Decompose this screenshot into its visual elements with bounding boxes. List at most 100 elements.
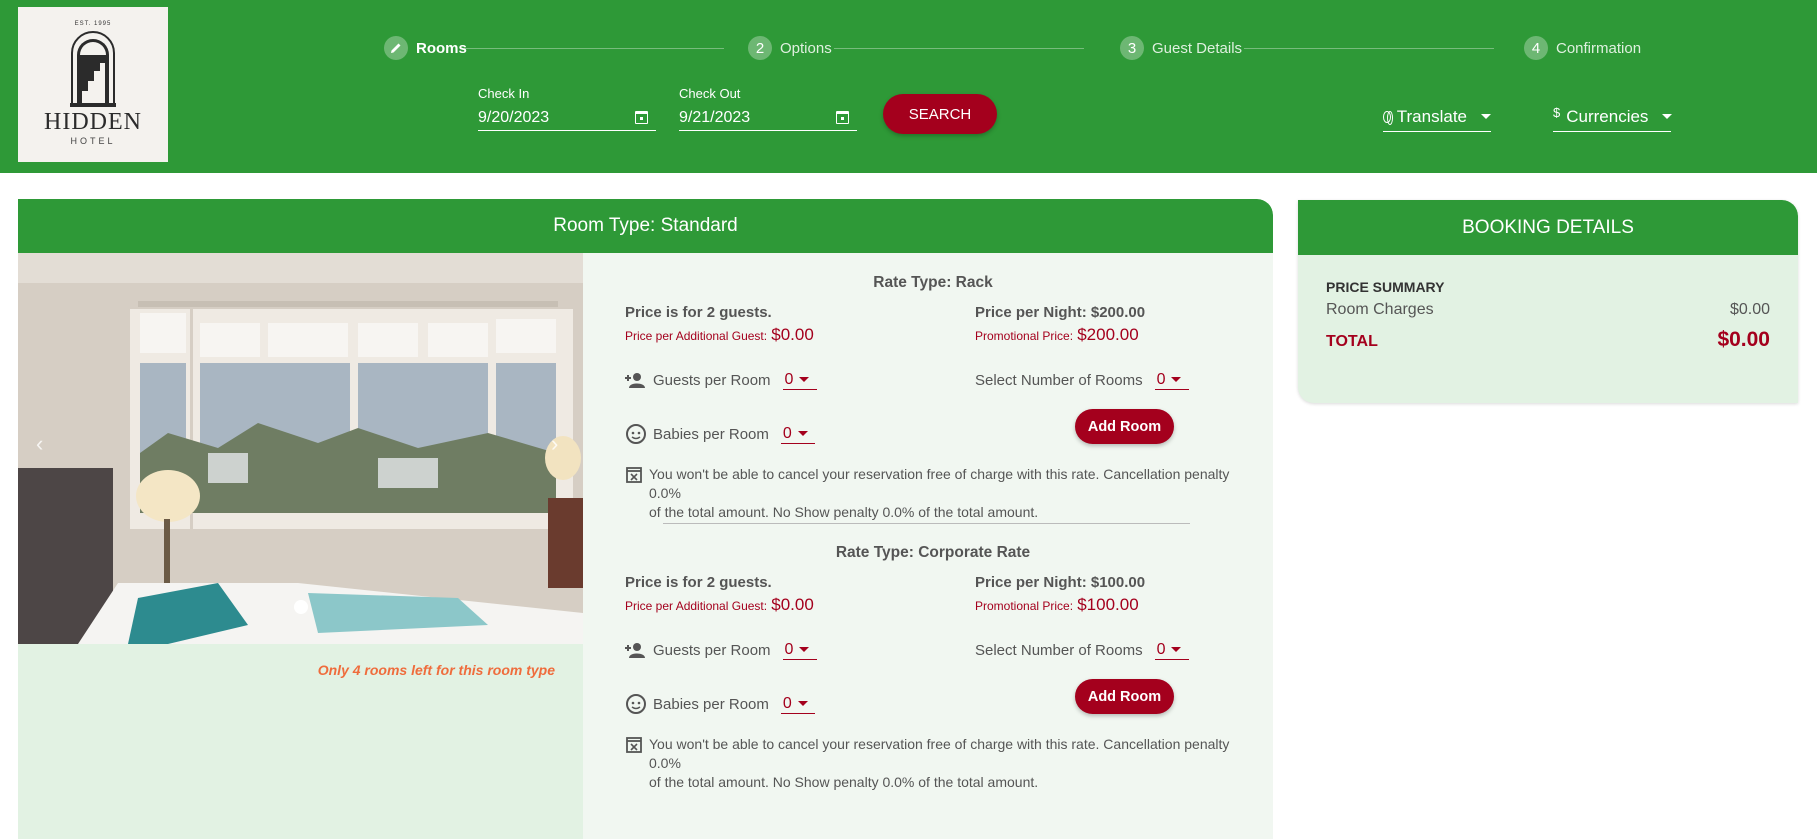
room-charges-label: Room Charges [1326, 301, 1434, 318]
availability-note: Only 4 rooms left for this room type [317, 662, 555, 678]
add-room-button[interactable]: Add Room [1075, 679, 1174, 714]
babies-per-room-label: Babies per Room [653, 695, 769, 713]
carousel-indicator[interactable] [294, 600, 308, 614]
chevron-down-icon [799, 647, 810, 652]
babies-per-room-label: Babies per Room [653, 425, 769, 443]
babies-per-room-select[interactable]: 0 [780, 694, 815, 714]
step-label: Guest Details [1152, 39, 1243, 57]
total-row: TOTAL $0.00 [1326, 328, 1770, 352]
promotional-price: Promotional Price: $200.00 [975, 325, 1139, 344]
add-person-icon [625, 373, 645, 388]
check-in-value: 9/20/2023 [478, 108, 550, 126]
guests-per-room-label: Guests per Room [653, 371, 771, 389]
price-per-night: Price per Night: $200.00 [975, 304, 1146, 321]
rate-corporate: Rate Type: Corporate Rate Price is for 2… [603, 544, 1263, 790]
calendar-icon[interactable] [836, 111, 849, 124]
chevron-down-icon [1481, 114, 1491, 119]
rooms-select[interactable]: 0 [1154, 370, 1189, 390]
check-in-input[interactable]: 9/20/2023 [478, 105, 656, 131]
guests-included: Price is for 2 guests. [625, 304, 772, 321]
check-out-label: Check Out [679, 86, 741, 101]
chevron-down-icon [797, 701, 808, 706]
step-number: 4 [1524, 36, 1548, 60]
translate-dropdown[interactable]: Translate [1383, 102, 1491, 132]
check-out-field[interactable]: Check Out 9/21/2023 [679, 86, 857, 131]
room-photo-carousel[interactable]: ‹ › [18, 253, 583, 644]
currencies-dropdown[interactable]: $ Currencies [1553, 102, 1673, 132]
calendar-cancel-icon [626, 467, 642, 483]
rate-rack: Rate Type: Rack Price is for 2 guests. P… [603, 274, 1263, 520]
carousel-prev-icon[interactable]: ‹ [36, 431, 43, 457]
rate-title: Rate Type: Corporate Rate [835, 544, 1031, 561]
rooms-label: Select Number of Rooms [975, 371, 1143, 389]
check-in-field[interactable]: Check In 9/20/2023 [478, 86, 656, 131]
search-button[interactable]: SEARCH [883, 94, 997, 134]
additional-guest-price: Price per Additional Guest: $0.00 [625, 595, 814, 614]
step-label: Rooms [416, 39, 467, 57]
add-room-button[interactable]: Add Room [1075, 409, 1174, 444]
guests-per-room: Guests per Room 0 [625, 640, 817, 660]
chevron-down-icon [1171, 647, 1182, 652]
currencies-label: Currencies [1566, 106, 1649, 126]
step-connector [834, 48, 1084, 49]
calendar-icon[interactable] [635, 111, 648, 124]
rate-title: Rate Type: Rack [873, 274, 993, 291]
carousel-next-icon[interactable]: › [551, 431, 558, 457]
policy-line: You won't be able to cancel your reserva… [649, 736, 1230, 771]
guests-per-room-select[interactable]: 0 [782, 640, 817, 660]
policy-line: of the total amount. No Show penalty 0.0… [649, 504, 1039, 520]
guests-per-room-select[interactable]: 0 [782, 370, 817, 390]
pencil-icon [384, 36, 408, 60]
number-of-rooms: Select Number of Rooms 0 [975, 370, 1189, 390]
booking-details-panel: BOOKING DETAILS PRICE SUMMARY Room Charg… [1298, 200, 1798, 403]
step-rooms[interactable]: Rooms [384, 36, 467, 60]
price-summary-title: PRICE SUMMARY [1326, 279, 1445, 295]
cancellation-policy: You won't be able to cancel your reserva… [625, 465, 1263, 522]
baby-face-icon [626, 694, 646, 714]
calendar-cancel-icon [626, 737, 642, 753]
check-out-value: 9/21/2023 [679, 108, 751, 126]
babies-per-room: Babies per Room 0 [625, 424, 815, 444]
availability-panel: Only 4 rooms left for this room type [18, 644, 583, 839]
rooms-label: Select Number of Rooms [975, 641, 1143, 659]
header: EST. 1995 HIDDEN HOTEL Rooms 2 Options 3… [0, 0, 1817, 173]
guests-per-room: Guests per Room 0 [625, 370, 817, 390]
rate-divider [663, 523, 1190, 524]
step-connector [464, 48, 724, 49]
dollar-icon: $ [1553, 105, 1561, 120]
number-of-rooms: Select Number of Rooms 0 [975, 640, 1189, 660]
step-options[interactable]: 2 Options [748, 36, 832, 60]
logo-sub: HOTEL [70, 136, 116, 146]
price-per-night: Price per Night: $100.00 [975, 574, 1146, 591]
room-charges-row: Room Charges $0.00 [1326, 301, 1770, 319]
cancellation-policy: You won't be able to cancel your reserva… [625, 735, 1263, 792]
step-confirmation[interactable]: 4 Confirmation [1524, 36, 1641, 60]
add-person-icon [625, 643, 645, 658]
step-guest-details[interactable]: 3 Guest Details [1120, 36, 1242, 60]
room-charges-value: $0.00 [1729, 301, 1770, 318]
chevron-down-icon [799, 377, 810, 382]
logo-name: HIDDEN [44, 109, 142, 135]
hotel-logo[interactable]: EST. 1995 HIDDEN HOTEL [18, 7, 168, 162]
room-type-title: Room Type: Standard [18, 199, 1273, 253]
check-in-label: Check In [478, 86, 530, 101]
chevron-down-icon [1171, 377, 1182, 382]
step-number: 3 [1120, 36, 1144, 60]
policy-line: of the total amount. No Show penalty 0.0… [649, 774, 1039, 790]
guests-included: Price is for 2 guests. [625, 574, 772, 591]
babies-per-room-select[interactable]: 0 [780, 424, 815, 444]
door-arch-icon [70, 31, 116, 107]
promotional-price: Promotional Price: $100.00 [975, 595, 1139, 614]
globe-icon [1383, 110, 1393, 125]
chevron-down-icon [1662, 114, 1673, 119]
step-label: Confirmation [1556, 39, 1642, 57]
additional-guest-price: Price per Additional Guest: $0.00 [625, 325, 814, 344]
total-value: $0.00 [1717, 328, 1770, 351]
check-out-input[interactable]: 9/21/2023 [679, 105, 857, 131]
step-label: Options [780, 39, 832, 57]
chevron-down-icon [797, 431, 808, 436]
rooms-select[interactable]: 0 [1154, 640, 1189, 660]
policy-line: You won't be able to cancel your reserva… [649, 466, 1230, 501]
step-connector [1244, 48, 1494, 49]
total-label: TOTAL [1326, 333, 1378, 350]
